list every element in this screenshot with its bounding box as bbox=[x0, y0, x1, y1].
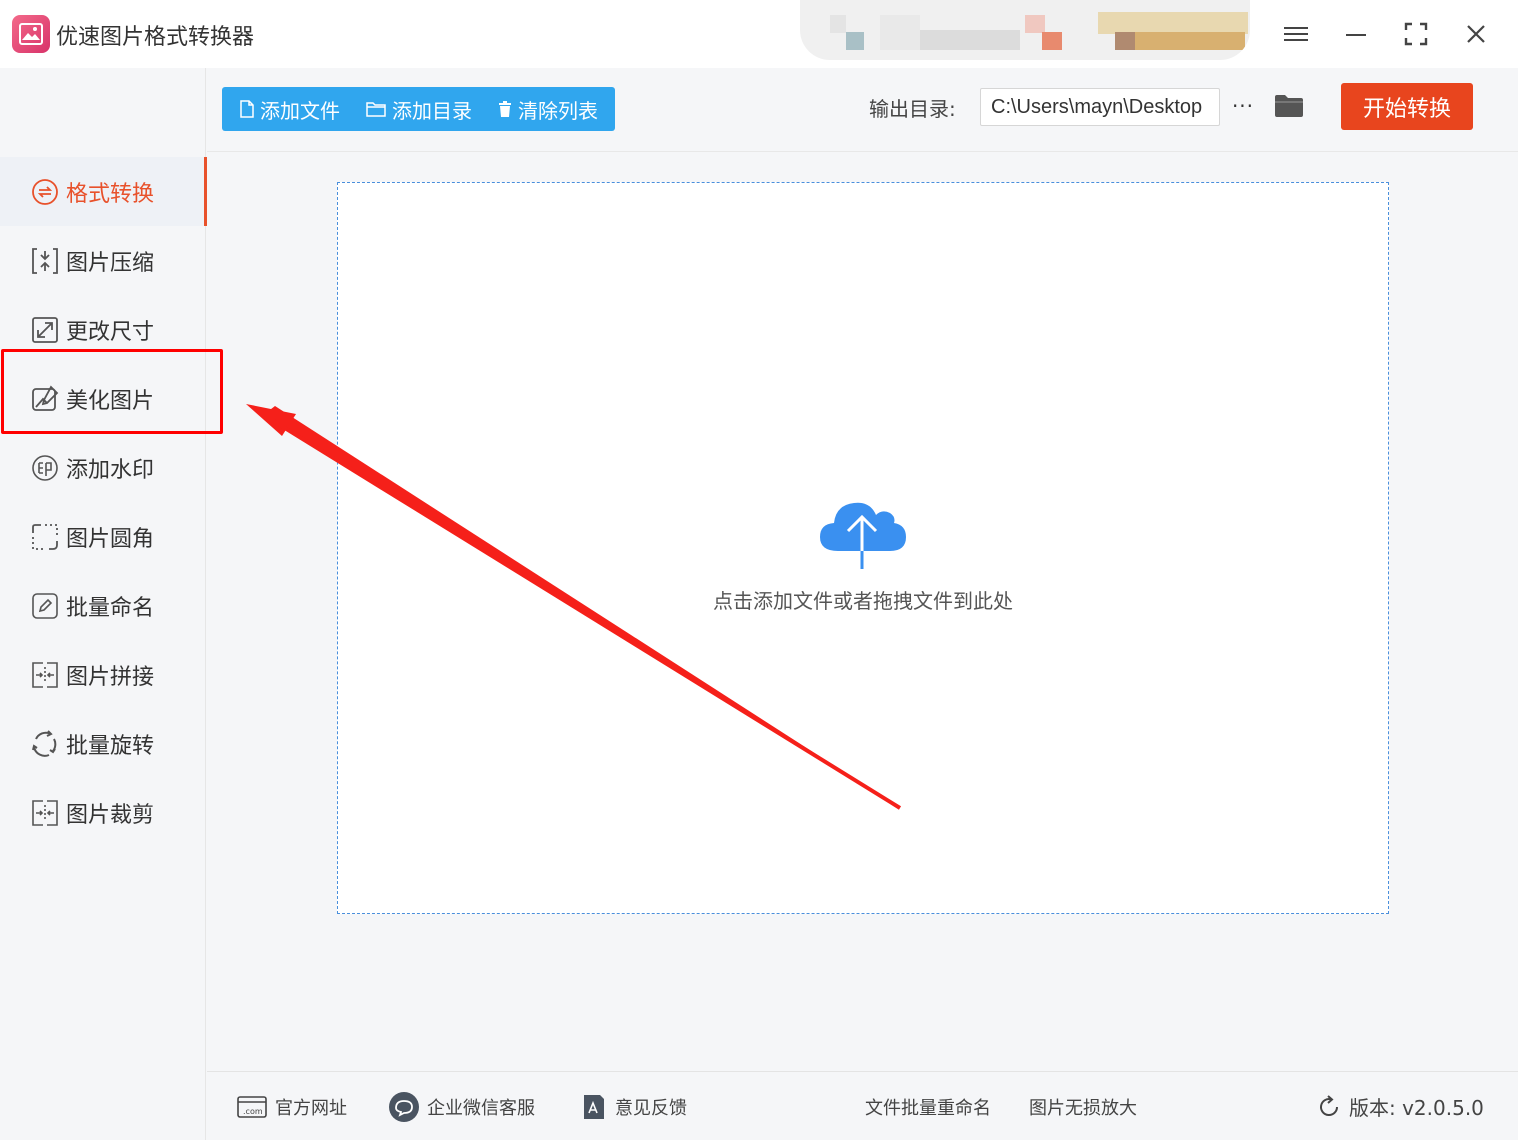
rotate-icon bbox=[30, 729, 60, 759]
output-dir-input[interactable]: C:\Users\mayn\Desktop bbox=[980, 88, 1220, 126]
crop-icon bbox=[30, 798, 60, 828]
wechat-icon bbox=[389, 1091, 419, 1122]
blurred-account-area bbox=[800, 0, 1250, 60]
output-dir-value: C:\Users\mayn\Desktop bbox=[991, 96, 1203, 118]
lossless-enlarge-link[interactable]: 图片无损放大 bbox=[1029, 1072, 1137, 1140]
app-title: 优速图片格式转换器 bbox=[56, 25, 255, 50]
version-info[interactable]: 版本: v2.0.5.0 bbox=[1317, 1072, 1484, 1140]
fullscreen-icon bbox=[1404, 22, 1428, 46]
official-website-link[interactable]: .com 官方网址 bbox=[237, 1072, 347, 1140]
menu-button[interactable] bbox=[1276, 14, 1316, 54]
maximize-button[interactable] bbox=[1396, 14, 1436, 54]
title-bar: 优速图片格式转换器 bbox=[0, 0, 1518, 68]
open-folder-button[interactable] bbox=[1273, 90, 1305, 122]
feedback-label: 意见反馈 bbox=[615, 1097, 687, 1119]
convert-icon bbox=[30, 177, 60, 207]
sidebar-item-rounded-corner[interactable]: 图片圆角 bbox=[0, 502, 206, 571]
watermark-icon bbox=[30, 453, 60, 483]
minimize-icon bbox=[1346, 34, 1366, 36]
official-website-label: 官方网址 bbox=[275, 1097, 347, 1119]
rename-icon bbox=[30, 591, 60, 621]
feedback-link[interactable]: 意见反馈 bbox=[581, 1072, 687, 1140]
app-logo-icon bbox=[12, 15, 50, 53]
sidebar-item-batch-rename[interactable]: 批量命名 bbox=[0, 571, 206, 640]
clear-list-label: 清除列表 bbox=[518, 98, 598, 123]
clear-list-button[interactable]: 清除列表 bbox=[498, 87, 598, 131]
toolbar: 添加文件 添加目录 清除列表 输出目录: C:\Users\mayn\Deskt… bbox=[207, 68, 1518, 152]
sidebar-item-rotate[interactable]: 批量旋转 bbox=[0, 709, 206, 778]
batch-rename-link[interactable]: 文件批量重命名 bbox=[865, 1072, 991, 1140]
output-dir-label: 输出目录: bbox=[869, 97, 956, 121]
feedback-icon bbox=[581, 1093, 607, 1121]
trash-icon bbox=[498, 101, 512, 117]
rounded-corner-icon bbox=[30, 522, 60, 552]
sidebar-item-label: 批量命名 bbox=[66, 595, 155, 621]
drop-zone-hint: 点击添加文件或者拖拽文件到此处 bbox=[713, 589, 1013, 613]
add-file-label: 添加文件 bbox=[260, 98, 340, 123]
hamburger-icon bbox=[1284, 27, 1308, 41]
file-drop-zone[interactable]: 点击添加文件或者拖拽文件到此处 bbox=[337, 182, 1389, 914]
sidebar-item-label: 批量旋转 bbox=[66, 733, 155, 759]
compress-icon bbox=[30, 246, 60, 276]
lossless-enlarge-label: 图片无损放大 bbox=[1029, 1097, 1137, 1119]
website-icon: .com bbox=[237, 1095, 267, 1119]
svg-text:.com: .com bbox=[243, 1107, 263, 1116]
sidebar-item-label: 更改尺寸 bbox=[66, 319, 155, 345]
sidebar-item-compress[interactable]: 图片压缩 bbox=[0, 226, 206, 295]
minimize-button[interactable] bbox=[1336, 14, 1376, 54]
stitch-icon bbox=[30, 660, 60, 690]
file-button-group: 添加文件 添加目录 清除列表 bbox=[222, 87, 615, 131]
sidebar-item-format-convert[interactable]: 格式转换 bbox=[0, 157, 207, 226]
sidebar-item-label: 添加水印 bbox=[66, 457, 155, 483]
sidebar-item-label: 格式转换 bbox=[66, 181, 155, 207]
refresh-icon bbox=[1317, 1094, 1341, 1119]
folder-icon bbox=[1275, 95, 1303, 117]
resize-icon bbox=[30, 315, 60, 345]
close-button[interactable] bbox=[1456, 14, 1496, 54]
sidebar-item-crop[interactable]: 图片裁剪 bbox=[0, 778, 206, 847]
wechat-support-link[interactable]: 企业微信客服 bbox=[389, 1072, 535, 1140]
close-icon bbox=[1467, 25, 1485, 43]
browse-more-button[interactable]: ··· bbox=[1229, 88, 1257, 124]
sidebar-item-label: 图片圆角 bbox=[66, 526, 155, 552]
start-convert-button[interactable]: 开始转换 bbox=[1341, 83, 1473, 130]
file-icon bbox=[240, 100, 254, 118]
sidebar-item-label: 图片拼接 bbox=[66, 664, 155, 690]
add-folder-button[interactable]: 添加目录 bbox=[366, 87, 472, 131]
sidebar: 格式转换 图片压缩 更改尺寸 美化图片 添加水印 图片圆角 批量命名 图片拼接 … bbox=[0, 68, 207, 1140]
sidebar-item-stitch[interactable]: 图片拼接 bbox=[0, 640, 206, 709]
sidebar-item-watermark[interactable]: 添加水印 bbox=[0, 433, 206, 502]
cloud-upload-icon bbox=[820, 502, 906, 569]
add-file-button[interactable]: 添加文件 bbox=[240, 87, 340, 131]
folder-outline-icon bbox=[366, 101, 386, 117]
version-label: 版本: v2.0.5.0 bbox=[1349, 1096, 1484, 1120]
wechat-support-label: 企业微信客服 bbox=[427, 1097, 535, 1119]
annotation-highlight-box bbox=[1, 349, 223, 434]
footer: .com 官方网址 企业微信客服 意见反馈 文件批量重命名 图片无损放大 版本:… bbox=[207, 1071, 1518, 1140]
sidebar-item-label: 图片压缩 bbox=[66, 250, 155, 276]
add-folder-label: 添加目录 bbox=[392, 98, 472, 123]
batch-rename-label: 文件批量重命名 bbox=[865, 1097, 991, 1119]
sidebar-item-label: 图片裁剪 bbox=[66, 802, 155, 828]
